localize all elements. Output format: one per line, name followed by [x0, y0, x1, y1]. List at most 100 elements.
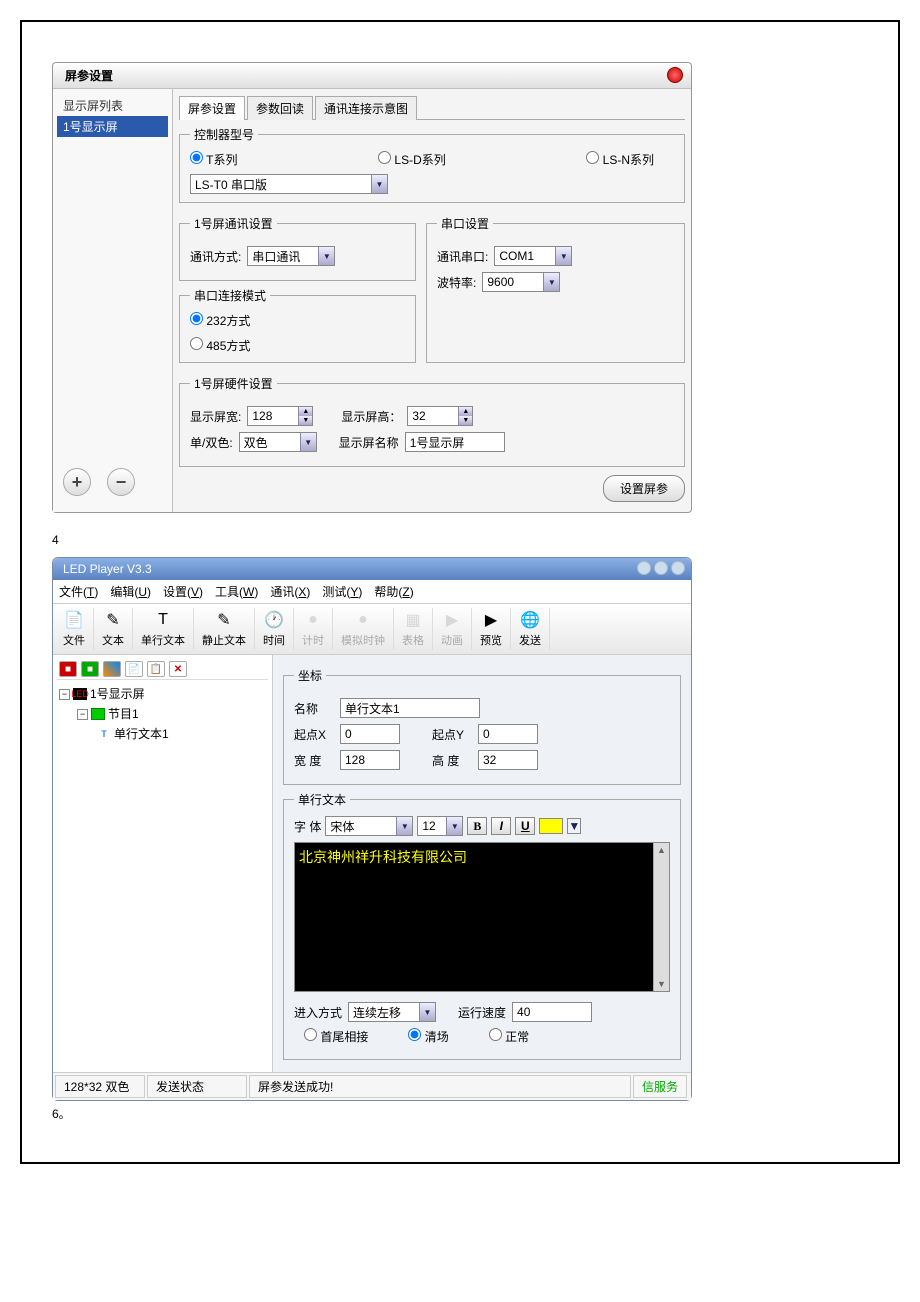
- menu-工具[interactable]: 工具(W): [215, 583, 258, 600]
- controller-model-input[interactable]: [191, 175, 371, 193]
- set-params-button[interactable]: 设置屏参: [603, 475, 685, 502]
- chevron-down-icon[interactable]: [300, 433, 316, 451]
- radio-t-series[interactable]: T系列: [190, 151, 237, 168]
- w-input[interactable]: [340, 750, 400, 770]
- tab-read-params[interactable]: 参数回读: [247, 96, 313, 120]
- radio-head-tail[interactable]: 首尾相接: [304, 1028, 368, 1045]
- comm-mode-input[interactable]: [248, 247, 318, 265]
- color-swatch[interactable]: [539, 818, 563, 834]
- delete-icon[interactable]: ✕: [169, 661, 187, 677]
- tree-tool-2-icon[interactable]: ■: [81, 661, 99, 677]
- port-input[interactable]: [495, 247, 555, 265]
- tree-node-program[interactable]: − 节目1: [57, 704, 268, 724]
- width-input[interactable]: [248, 407, 298, 425]
- height-spinner[interactable]: ▲▼: [407, 406, 473, 426]
- spin-up-icon[interactable]: ▲: [299, 407, 312, 416]
- tab-screen-params[interactable]: 屏参设置: [179, 96, 245, 120]
- chevron-down-icon[interactable]: [555, 247, 571, 265]
- toolbar-单行文本[interactable]: T单行文本: [133, 608, 194, 650]
- chevron-down-icon[interactable]: [419, 1003, 435, 1021]
- baud-combo[interactable]: [482, 272, 560, 292]
- menu-测试[interactable]: 测试(Y): [322, 583, 362, 600]
- height-input[interactable]: [408, 407, 458, 425]
- close-icon[interactable]: [671, 561, 685, 575]
- chevron-down-icon[interactable]: [318, 247, 334, 265]
- comm-mode-combo[interactable]: [247, 246, 335, 266]
- size-combo[interactable]: [417, 816, 463, 836]
- toolbar-文本[interactable]: ✎文本: [94, 608, 133, 650]
- size-input[interactable]: [418, 817, 446, 835]
- color-combo[interactable]: [239, 432, 317, 452]
- toolbar-icon: ▶: [481, 610, 501, 630]
- tree-collapse-icon[interactable]: −: [59, 689, 70, 700]
- toolbar-发送[interactable]: 🌐发送: [511, 608, 550, 650]
- baud-input[interactable]: [483, 273, 543, 291]
- speed-input[interactable]: [512, 1002, 592, 1022]
- bold-button[interactable]: B: [467, 817, 487, 835]
- preview-scrollbar[interactable]: [653, 843, 669, 991]
- sidebar-item-screen1[interactable]: 1号显示屏: [57, 116, 168, 137]
- enter-combo[interactable]: [348, 1002, 436, 1022]
- menu-文件[interactable]: 文件(T): [59, 583, 98, 600]
- port-combo[interactable]: [494, 246, 572, 266]
- tree-node-text[interactable]: T 单行文本1: [57, 724, 268, 744]
- screen-name-input[interactable]: [405, 432, 505, 452]
- toolbar-label: 模拟时钟: [341, 632, 385, 648]
- h-label: 高 度: [432, 752, 472, 769]
- toolbar-预览[interactable]: ▶预览: [472, 608, 511, 650]
- remove-screen-button[interactable]: −: [107, 468, 135, 496]
- spin-down-icon[interactable]: ▼: [299, 416, 312, 425]
- radio-clear[interactable]: 清场: [408, 1028, 448, 1045]
- toolbar-label: 单行文本: [141, 632, 185, 648]
- underline-button[interactable]: U: [515, 817, 535, 835]
- spin-up-icon[interactable]: ▲: [459, 407, 472, 416]
- chevron-down-icon[interactable]: [446, 817, 462, 835]
- menu-设置[interactable]: 设置(V): [163, 583, 203, 600]
- w-label: 宽 度: [294, 752, 334, 769]
- tree-tool-3-icon[interactable]: [103, 661, 121, 677]
- y-input[interactable]: [478, 724, 538, 744]
- radio-485[interactable]: 485方式: [190, 339, 250, 353]
- chevron-down-icon[interactable]: [396, 817, 412, 835]
- copy-icon[interactable]: 📄: [125, 661, 143, 677]
- minimize-icon[interactable]: [637, 561, 651, 575]
- figure-caption-6: 6。: [52, 1105, 868, 1122]
- text-preview[interactable]: 北京神州祥升科技有限公司: [294, 842, 670, 992]
- color-chevron-icon[interactable]: [567, 818, 581, 834]
- menu-帮助[interactable]: 帮助(Z): [374, 583, 413, 600]
- width-spinner[interactable]: ▲▼: [247, 406, 313, 426]
- paste-icon[interactable]: 📋: [147, 661, 165, 677]
- close-icon[interactable]: [667, 67, 683, 83]
- chevron-down-icon[interactable]: [543, 273, 559, 291]
- toolbar-静止文本[interactable]: ✎静止文本: [194, 608, 255, 650]
- tree-tool-1-icon[interactable]: ■: [59, 661, 77, 677]
- radio-normal[interactable]: 正常: [489, 1028, 529, 1045]
- maximize-icon[interactable]: [654, 561, 668, 575]
- font-input[interactable]: [326, 817, 396, 835]
- tree-collapse-icon[interactable]: −: [77, 709, 88, 720]
- chevron-down-icon[interactable]: [371, 175, 387, 193]
- serial-mode-group: 串口连接模式 232方式 485方式: [179, 287, 416, 363]
- radio-232[interactable]: 232方式: [190, 314, 250, 328]
- status-bar: 128*32 双色 发送状态 屏参发送成功! 信服务: [53, 1072, 691, 1100]
- add-screen-button[interactable]: +: [63, 468, 91, 496]
- toolbar-文件[interactable]: 📄文件: [55, 608, 94, 650]
- radio-lsd-series[interactable]: LS-D系列: [378, 151, 446, 168]
- toolbar-icon: ●: [353, 610, 373, 630]
- h-input[interactable]: [478, 750, 538, 770]
- radio-lsn-series[interactable]: LS-N系列: [586, 151, 654, 168]
- toolbar-时间[interactable]: 🕐时间: [255, 608, 294, 650]
- italic-button[interactable]: I: [491, 817, 511, 835]
- font-combo[interactable]: [325, 816, 413, 836]
- color-input[interactable]: [240, 433, 300, 451]
- name-input[interactable]: [340, 698, 480, 718]
- controller-model-combo[interactable]: [190, 174, 388, 194]
- tree-node-screen[interactable]: − LED 1号显示屏: [57, 684, 268, 704]
- menu-编辑[interactable]: 编辑(U): [110, 583, 151, 600]
- enter-input[interactable]: [349, 1003, 419, 1021]
- menu-通讯[interactable]: 通讯(X): [270, 583, 310, 600]
- dialog-body: 显示屏列表 1号显示屏 + − 屏参设置 参数回读 通讯连接示意图 控制器型号 …: [53, 89, 691, 512]
- x-input[interactable]: [340, 724, 400, 744]
- tab-conn-diagram[interactable]: 通讯连接示意图: [315, 96, 417, 120]
- spin-down-icon[interactable]: ▼: [459, 416, 472, 425]
